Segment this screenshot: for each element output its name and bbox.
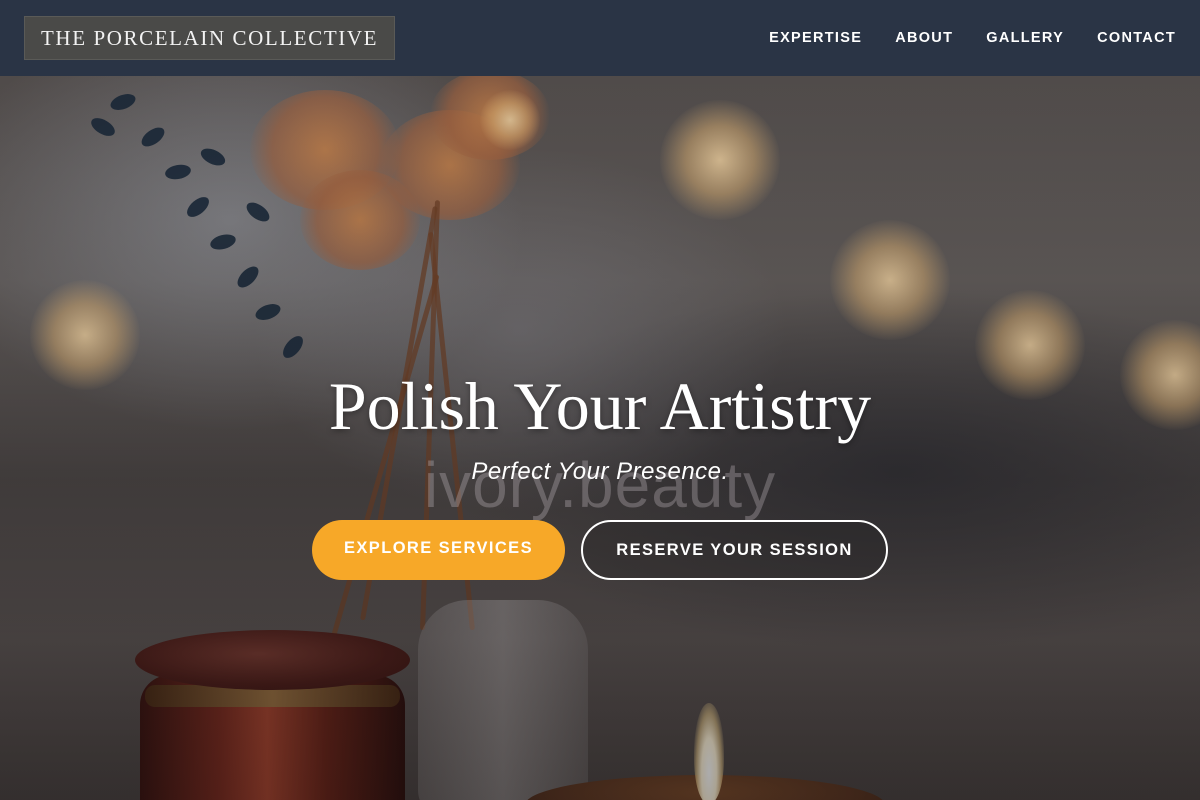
explore-services-button[interactable]: EXPLORE SERVICES	[312, 520, 565, 580]
site-header: THE PORCELAIN COLLECTIVE EXPERTISE ABOUT…	[0, 0, 1200, 76]
hero-section: ivory.beauty Polish Your Artistry Perfec…	[0, 360, 1200, 580]
cta-group: EXPLORE SERVICES RESERVE YOUR SESSION	[0, 520, 1200, 580]
nav-link-gallery[interactable]: GALLERY	[986, 30, 1064, 46]
nav-link-contact[interactable]: CONTACT	[1097, 30, 1176, 46]
nav-link-expertise[interactable]: EXPERTISE	[769, 30, 862, 46]
reserve-session-button[interactable]: RESERVE YOUR SESSION	[581, 520, 888, 580]
nav-link-about[interactable]: ABOUT	[895, 30, 953, 46]
main-nav: EXPERTISE ABOUT GALLERY CONTACT	[769, 30, 1176, 46]
brand-logo[interactable]: THE PORCELAIN COLLECTIVE	[24, 16, 396, 60]
hero-title: Polish Your Artistry	[328, 368, 872, 444]
hero-subtitle: Perfect Your Presence.	[471, 458, 729, 485]
